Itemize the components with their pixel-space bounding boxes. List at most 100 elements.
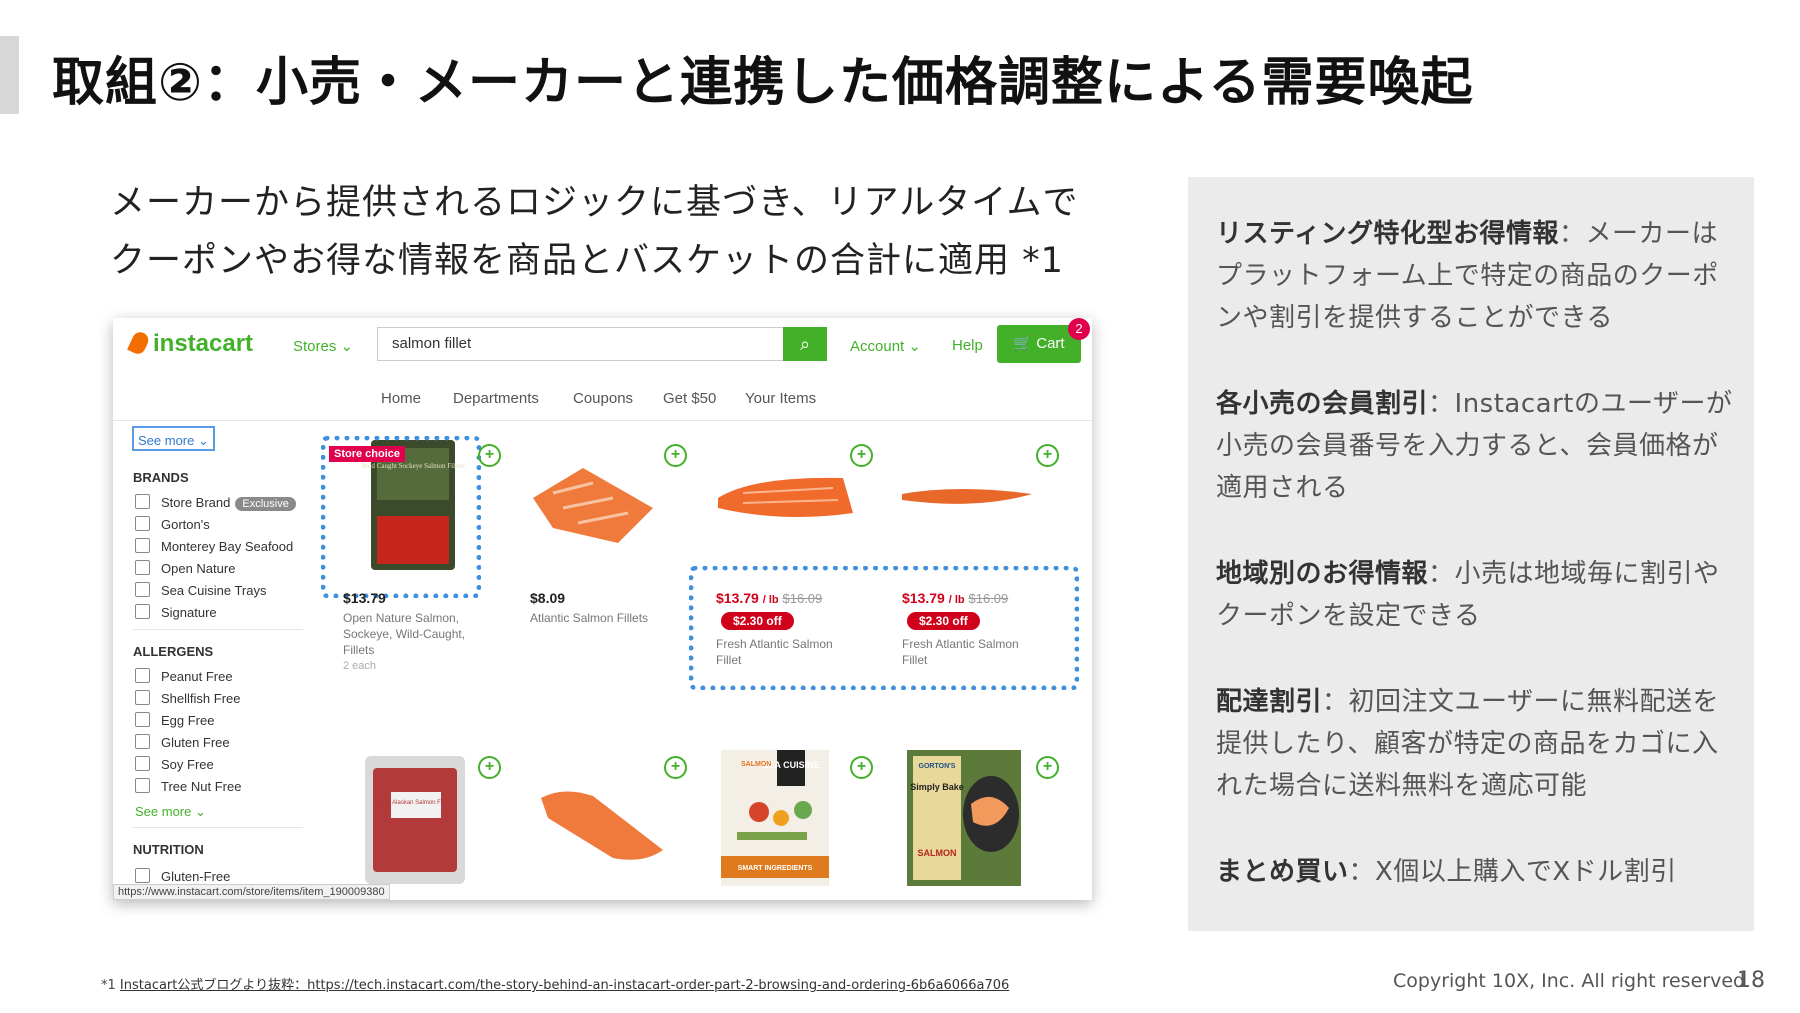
brand-filter[interactable]: Signature [135,604,217,620]
highlight-box-listing-deal [321,436,481,598]
cart-count-badge: 2 [1068,318,1090,340]
add-to-cart-icon[interactable]: + [850,444,873,467]
nav-get-50[interactable]: Get $50 [663,390,716,407]
product-image-gortons-simply-bake: GORTON'S Simply Bake SALMON [907,750,1021,886]
search-icon: ⌕ [799,334,811,354]
product-name[interactable]: Atlantic Salmon Fillets [530,610,670,626]
checkbox[interactable] [135,494,150,509]
brands-heading: BRANDS [133,470,189,485]
nav-departments[interactable]: Departments [453,390,539,407]
product-name[interactable]: Fresh Atlantic Salmon Fillet [716,636,856,668]
carrot-icon [127,329,151,357]
allergen-filter[interactable]: Soy Free [135,756,214,772]
copyright: Copyright 10X, Inc. All right reserved [1393,970,1746,992]
deal-item-regional: 地域別のお得情報：小売は地域毎に割引やクーポンを設定できる [1216,559,1720,631]
allergen-filter[interactable]: Gluten Free [135,734,230,750]
package-text: SALMON [741,761,771,768]
product-image-salmon-strip [902,489,1032,504]
nav-your-items[interactable]: Your Items [745,390,816,407]
deal-types-panel: リスティング特化型お得情報：メーカーはプラットフォーム上で特定の商品のクーポンや… [1188,177,1754,931]
product-image-salmon-fillet [533,468,653,543]
deal-item-delivery: 配達割引：初回注文ユーザーに無料配送を提供したり、顧客が特定の商品をカゴに入れた… [1216,687,1720,801]
instacart-logo[interactable]: instacart [127,329,253,358]
checkbox[interactable] [135,690,150,705]
checkbox[interactable] [135,516,150,531]
subtitle-line-1: メーカーから提供されるロジックに基づき、リアルタイムで [110,183,1079,223]
divider [133,827,303,828]
checkbox[interactable] [135,778,150,793]
account-menu[interactable]: Account ⌄ [850,337,921,355]
add-to-cart-icon[interactable]: + [1036,444,1059,467]
deal-item-member: 各小売の会員割引：Instacartのユーザーが小売の会員番号を入力すると、会員… [1216,389,1733,503]
checkbox[interactable] [135,538,150,553]
brand-filter[interactable]: Monterey Bay Seafood [135,538,293,554]
deal-item-listing: リスティング特化型お得情報：メーカーはプラットフォーム上で特定の商品のクーポンや… [1216,219,1719,333]
search-button[interactable]: ⌕ [783,327,827,361]
title-accent-bar [0,36,19,114]
checkbox[interactable] [135,582,150,597]
subtitle-line-2: クーポンやお得な情報を商品とバスケットの合計に適用 *1 [110,241,1064,281]
allergen-filter[interactable]: Shellfish Free [135,690,240,706]
browser-status-url: https://www.instacart.com/store/items/it… [113,884,390,900]
nutrition-heading: NUTRITION [133,842,204,857]
nav-home[interactable]: Home [381,390,421,407]
nav-coupons[interactable]: Coupons [573,390,633,407]
product-image-sea-cuisine: SEA CUISINE SALMON SMART INGREDIENTS [721,750,829,886]
instacart-screenshot: instacart Stores ⌄ salmon fillet ⌕ Accou… [113,318,1092,900]
brand-filter[interactable]: Gorton's [135,516,210,532]
brand-filter[interactable]: Store Brand Exclusive [135,494,296,511]
add-to-cart-icon[interactable]: + [850,756,873,779]
add-to-cart-icon[interactable]: + [664,756,687,779]
checkbox[interactable] [135,756,150,771]
stores-menu[interactable]: Stores ⌄ [293,337,353,355]
add-to-cart-icon[interactable]: + [1036,756,1059,779]
package-text: GORTON'S [919,763,956,770]
checkbox[interactable] [135,668,150,683]
product-price: $13.79 [343,590,386,606]
discount-badge: $2.30 off [907,612,980,630]
deal-item-bulk: まとめ買い：X個以上購入でXドル割引 [1216,857,1677,887]
exclusive-badge: Exclusive [235,497,296,511]
page-number: 18 [1737,968,1765,993]
see-more-link[interactable]: See more ⌄ [135,804,206,820]
product-size: 2 each [343,660,377,672]
package-text: SALMON [918,848,957,858]
add-to-cart-icon[interactable]: + [478,444,501,467]
nutrition-filter[interactable]: Gluten-Free [135,868,230,884]
product-image-frozen-salmon: Wild Alaskan Salmon Fillets [365,756,465,884]
add-to-cart-icon[interactable]: + [478,756,501,779]
allergen-filter[interactable]: Tree Nut Free [135,778,241,794]
slide-subtitle: メーカーから提供されるロジックに基づき、リアルタイムで クーポンやお得な情報を商… [110,174,1079,290]
product-price: $8.09 [530,590,566,606]
package-text: Simply Bake [910,782,964,792]
brand-filter[interactable]: Sea Cuisine Trays [135,582,267,598]
checkbox[interactable] [135,712,150,727]
checkbox[interactable] [135,868,150,883]
discount-badge: $2.30 off [721,612,794,630]
help-link[interactable]: Help [952,337,983,354]
see-more-button[interactable]: See more ⌄ [132,426,215,451]
package-text: SMART INGREDIENTS [738,865,813,872]
product-name[interactable]: Fresh Atlantic Salmon Fillet [902,636,1042,668]
product-image-salmon-fillet-long [718,477,853,517]
package-text: Wild Alaskan Salmon Fillets [379,800,453,806]
footnote: *1 Instacart公式ブログより抜粋：https://tech.insta… [101,978,1010,993]
sale-price: $13.79 / lb $16.09 [902,590,1009,606]
product-name[interactable]: Open Nature Salmon, Sockeye, Wild-Caught… [343,610,483,658]
checkbox[interactable] [135,734,150,749]
footnote-link[interactable]: Instacart公式ブログより抜粋：https://tech.instacar… [120,978,1009,993]
search-input[interactable]: salmon fillet [377,327,809,361]
sale-price: $13.79 / lb $16.09 [716,590,823,606]
allergen-filter[interactable]: Peanut Free [135,668,233,684]
cart-icon: 🛒 [1013,335,1033,352]
product-image-salmon-fillet-2 [541,791,663,860]
checkbox[interactable] [135,560,150,575]
instacart-header: instacart Stores ⌄ salmon fillet ⌕ Accou… [113,318,1092,376]
instacart-nav: Home Departments Coupons Get $50 Your It… [113,380,1092,421]
brand-filter[interactable]: Open Nature [135,560,235,576]
slide-title: 取組②：小売・メーカーと連携した価格調整による需要喚起 [52,53,1474,113]
add-to-cart-icon[interactable]: + [664,444,687,467]
allergen-filter[interactable]: Egg Free [135,712,214,728]
divider [133,629,303,630]
checkbox[interactable] [135,604,150,619]
